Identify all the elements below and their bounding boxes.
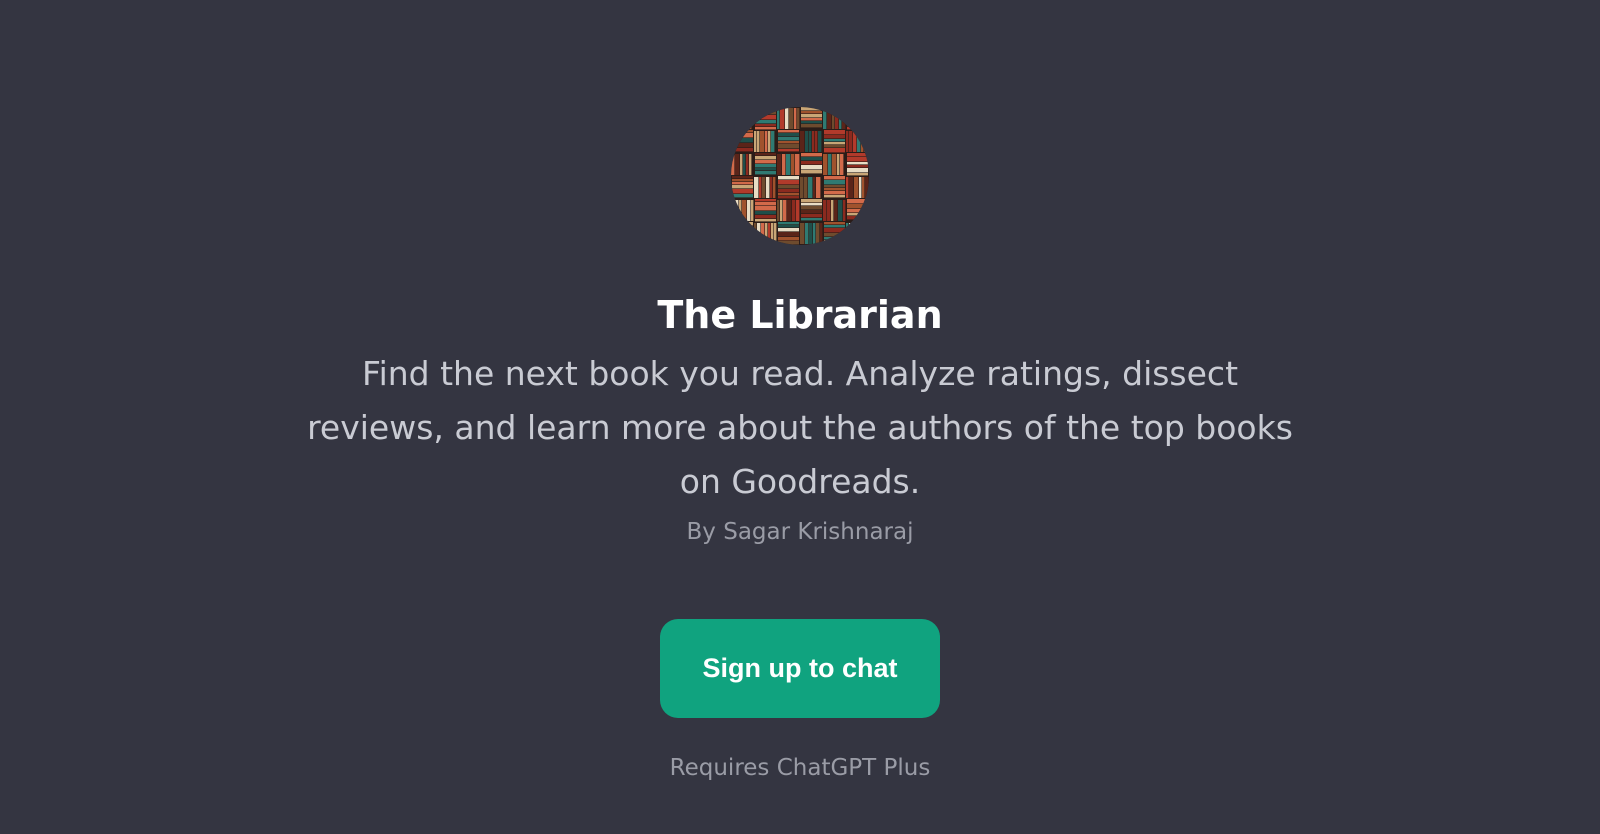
sign-up-to-chat-button[interactable]: Sign up to chat xyxy=(660,619,940,718)
gpt-title: The Librarian xyxy=(657,293,943,337)
requires-plus-note: Requires ChatGPT Plus xyxy=(669,755,931,781)
gpt-description: Find the next book you read. Analyze rat… xyxy=(307,354,1293,501)
bookshelf-avatar-icon xyxy=(731,107,869,245)
gpt-landing-page: The Librarian Find the next book you rea… xyxy=(0,0,1600,834)
author-byline: By Sagar Krishnaraj xyxy=(686,519,914,545)
